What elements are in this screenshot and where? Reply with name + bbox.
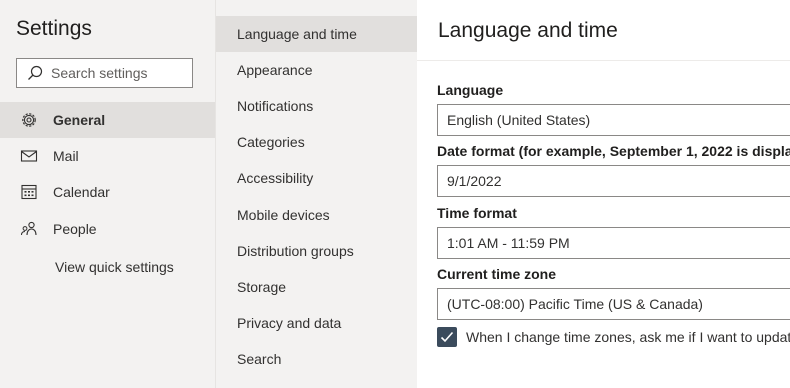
time-zone-value: (UTC-08:00) Pacific Time (US & Canada) xyxy=(447,296,703,312)
language-label: Language xyxy=(437,82,504,98)
submenu-item-search[interactable]: Search xyxy=(216,341,417,377)
submenu-item-mobile-devices[interactable]: Mobile devices xyxy=(216,197,417,233)
gear-icon xyxy=(20,111,38,129)
submenu-item-accessibility[interactable]: Accessibility xyxy=(216,160,417,196)
time-format-dropdown[interactable]: 1:01 AM - 11:59 PM xyxy=(437,227,790,259)
time-zone-dropdown[interactable]: (UTC-08:00) Pacific Time (US & Canada) xyxy=(437,288,790,320)
main-panel: Language and time Language English (Unit… xyxy=(417,0,790,388)
language-dropdown[interactable]: English (United States) xyxy=(437,104,790,136)
nav-item-label: Calendar xyxy=(53,184,110,200)
submenu-item-notifications[interactable]: Notifications xyxy=(216,88,417,124)
ask-on-timezone-change-row[interactable]: When I change time zones, ask me if I wa… xyxy=(437,327,790,347)
settings-pane: Settings General Mail xyxy=(0,0,215,388)
time-format-label: Time format xyxy=(437,205,517,221)
search-input[interactable] xyxy=(51,65,181,81)
general-submenu: Language and time Appearance Notificatio… xyxy=(215,0,417,388)
ask-on-timezone-change-checkbox[interactable] xyxy=(437,327,457,347)
calendar-icon xyxy=(20,183,38,201)
title-divider xyxy=(417,60,790,61)
submenu-item-appearance[interactable]: Appearance xyxy=(216,52,417,88)
submenu-item-categories[interactable]: Categories xyxy=(216,124,417,160)
submenu-item-privacy-and-data[interactable]: Privacy and data xyxy=(216,305,417,341)
submenu-item-language-and-time[interactable]: Language and time xyxy=(216,16,417,52)
search-icon xyxy=(28,65,43,80)
settings-title: Settings xyxy=(16,17,92,40)
language-value: English (United States) xyxy=(447,112,591,128)
date-format-value: 9/1/2022 xyxy=(447,173,502,189)
checkmark-icon xyxy=(440,331,454,343)
view-quick-settings-link[interactable]: View quick settings xyxy=(55,259,174,275)
nav-item-mail[interactable]: Mail xyxy=(0,138,215,174)
people-icon xyxy=(20,220,38,238)
time-zone-label: Current time zone xyxy=(437,266,557,282)
mail-icon xyxy=(20,147,38,165)
page-title: Language and time xyxy=(438,19,618,42)
nav-item-label: General xyxy=(53,112,106,128)
nav-item-calendar[interactable]: Calendar xyxy=(0,174,215,210)
nav-item-label: People xyxy=(53,221,97,237)
search-box[interactable] xyxy=(16,58,193,88)
nav-item-label: Mail xyxy=(53,148,79,164)
submenu-item-storage[interactable]: Storage xyxy=(216,269,417,305)
date-format-label: Date format (for example, September 1, 2… xyxy=(437,143,790,159)
time-format-value: 1:01 AM - 11:59 PM xyxy=(447,235,570,251)
nav-item-general[interactable]: General xyxy=(0,102,215,138)
nav-item-people[interactable]: People xyxy=(0,211,215,247)
ask-on-timezone-change-label: When I change time zones, ask me if I wa… xyxy=(466,329,790,345)
submenu-item-distribution-groups[interactable]: Distribution groups xyxy=(216,233,417,269)
date-format-dropdown[interactable]: 9/1/2022 xyxy=(437,165,790,197)
